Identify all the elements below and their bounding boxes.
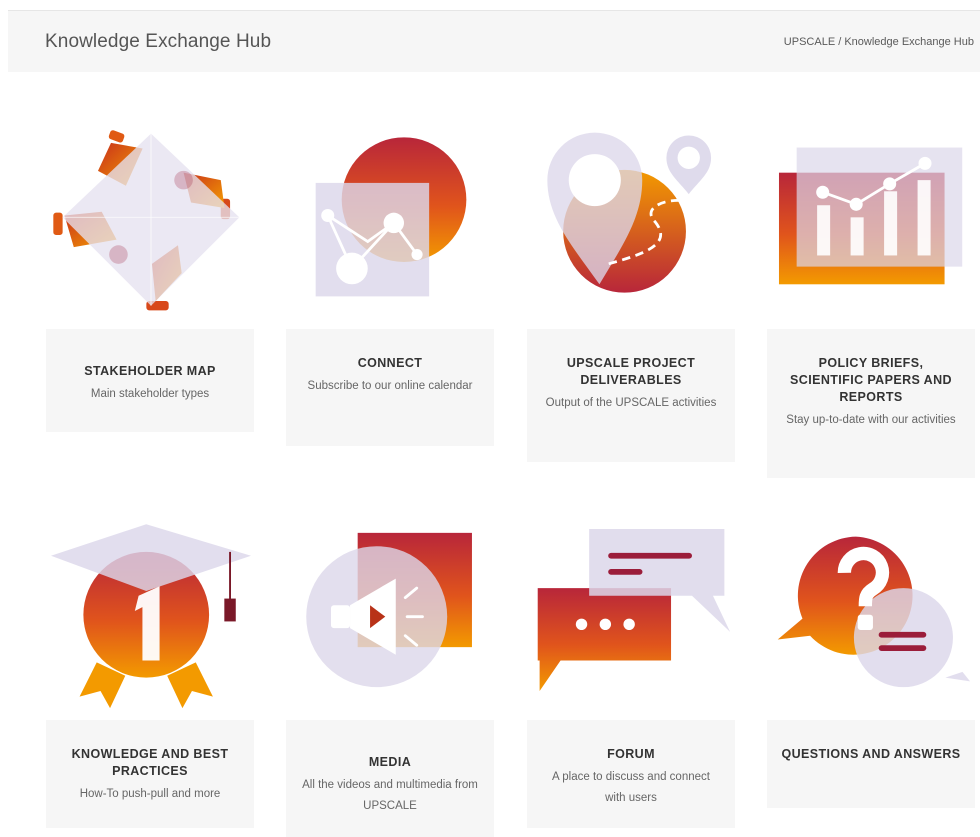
tile-subtitle: Main stakeholder types (90, 388, 210, 400)
tile-subtitle: Subscribe to our online calendar (307, 380, 473, 392)
tile-title: QUESTIONS AND ANSWERS (781, 747, 961, 761)
tile-title: KNOWLEDGE AND BEST PRACTICES (71, 747, 229, 778)
question-bubble-icon (767, 510, 977, 710)
network-nodes-icon (286, 115, 496, 315)
tile-title: UPSCALE PROJECT DELIVERABLES (566, 356, 696, 387)
tile-title: MEDIA (368, 755, 412, 769)
card-connect: CONNECT Subscribe to our online calendar (286, 329, 494, 446)
breadcrumb-current: Knowledge Exchange Hub (844, 36, 974, 48)
tile-title: STAKEHOLDER MAP (84, 364, 216, 378)
tile-subtitle: How-To push-pull and more (79, 788, 221, 800)
tile-subtitle: All the videos and multimedia from UPSCA… (302, 779, 478, 812)
tile-subtitle: A place to discuss and connect with user… (552, 771, 710, 804)
tile-subtitle: Stay up-to-date with our activities (786, 414, 956, 426)
card-stakeholder-map: STAKEHOLDER MAP Main stakeholder types (46, 329, 254, 432)
graduation-medal-icon (46, 510, 256, 710)
megaphone-icon (286, 510, 496, 710)
breadcrumb-home-link[interactable]: UPSCALE (784, 36, 835, 48)
card-questions-answers: QUESTIONS AND ANSWERS (767, 720, 975, 808)
card-policy-briefs: POLICY BRIEFS, SCIENTIFIC PAPERS AND REP… (767, 329, 975, 478)
card-knowledge-best-practices: KNOWLEDGE AND BEST PRACTICES How-To push… (46, 720, 254, 828)
page-title: Knowledge Exchange Hub (45, 31, 272, 52)
card-media: MEDIA All the videos and multimedia from… (286, 720, 494, 837)
tile-title: POLICY BRIEFS, SCIENTIFIC PAPERS AND REP… (790, 356, 952, 404)
card-project-deliverables: UPSCALE PROJECT DELIVERABLES Output of t… (527, 329, 735, 462)
card-forum: FORUM A place to discuss and connect wit… (527, 720, 735, 828)
tile-title: FORUM (607, 747, 655, 761)
chat-bubbles-icon (527, 510, 737, 710)
breadcrumb-separator: / (838, 36, 842, 48)
map-pin-route-icon (527, 115, 737, 315)
tile-subtitle: Output of the UPSCALE activities (545, 397, 717, 409)
breadcrumb: UPSCALE / Knowledge Exchange Hub (784, 36, 974, 48)
handshake-diamond-icon (46, 115, 256, 315)
bar-line-chart-icon (767, 115, 977, 315)
page-header: Knowledge Exchange Hub UPSCALE / Knowled… (8, 11, 980, 72)
tile-title: CONNECT (357, 356, 423, 370)
